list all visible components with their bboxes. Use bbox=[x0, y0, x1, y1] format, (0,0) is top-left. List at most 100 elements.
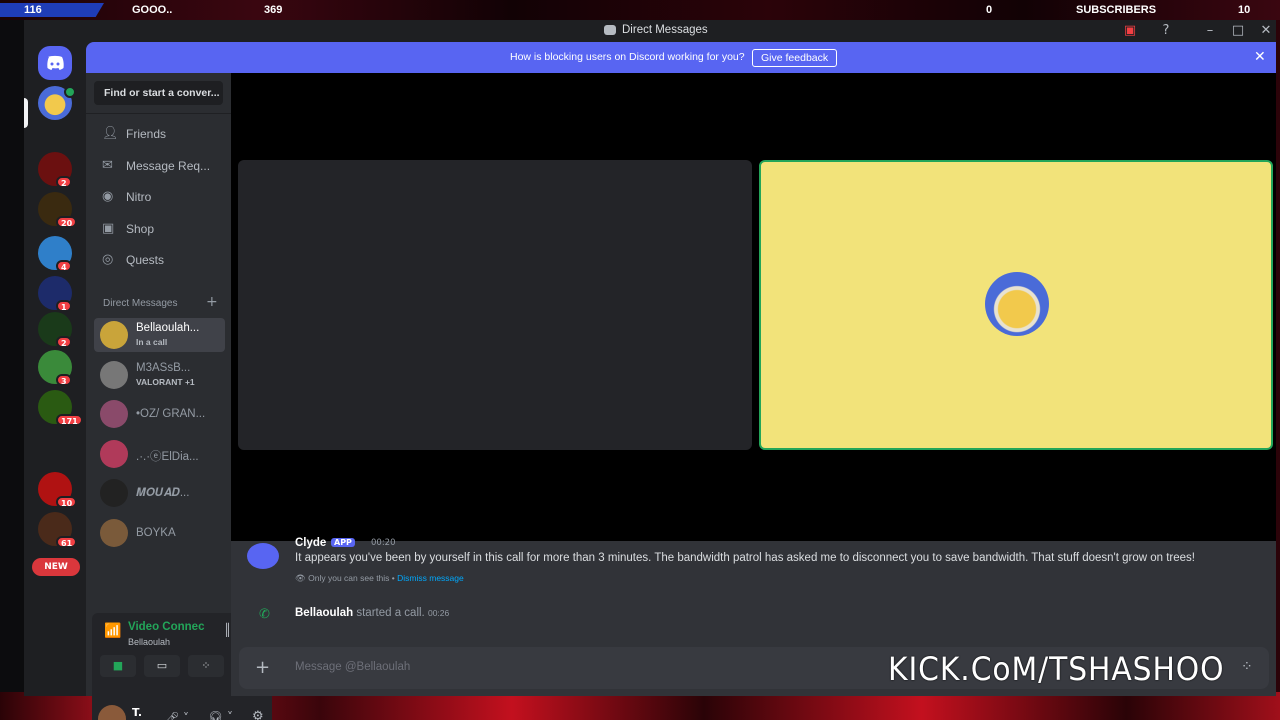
notice-text: How is blocking users on Discord working… bbox=[510, 51, 745, 63]
user-panel: T. 🎤︎ ˅ 🎧︎ ˅ ⚙ bbox=[92, 699, 272, 720]
attach-icon[interactable]: + bbox=[255, 657, 270, 678]
help-icon[interactable]: ? bbox=[1158, 23, 1174, 38]
voice-status[interactable]: Video Connec bbox=[128, 621, 204, 633]
avatar bbox=[100, 518, 128, 547]
clyde-avatar bbox=[247, 543, 279, 569]
dm-item[interactable]: .·.·ⓔElDia... bbox=[94, 437, 225, 471]
voice-channel[interactable]: Bellaoulah bbox=[128, 637, 170, 647]
video-tile-self[interactable] bbox=[238, 160, 752, 450]
nav-item[interactable]: ▣ Shop bbox=[94, 215, 223, 243]
avatar bbox=[100, 321, 128, 349]
overlay-subs-label: SUBSCRIBERS bbox=[1076, 4, 1157, 16]
nitro-icon: ◉ bbox=[102, 189, 114, 204]
status-badge bbox=[64, 86, 76, 98]
call-area: Clyde APP 00:20 It appears you've been b… bbox=[231, 73, 1276, 696]
dm-sidebar: Find or start a conver... 👤︎ Friends ✉ Mess… bbox=[86, 73, 272, 720]
give-feedback-button[interactable]: Give feedback bbox=[752, 49, 838, 67]
user-initial[interactable]: T. bbox=[132, 706, 142, 719]
discord-window: Direct Messages ▣ ? – □ ✕ 2 20 4 1 2 3 171 10 61… bbox=[24, 20, 1276, 720]
video-tile-bellaoulah[interactable] bbox=[759, 160, 1273, 450]
avatar bbox=[100, 439, 128, 468]
discord-small-icon bbox=[604, 25, 616, 35]
overlay-left-count: 116 bbox=[24, 4, 42, 16]
call-event: Bellaoulah started a call. 00:26 bbox=[295, 607, 449, 619]
quests-icon: ◎ bbox=[102, 252, 114, 267]
mic-icon[interactable]: 🎤︎ ˅ bbox=[164, 711, 189, 720]
activities-button[interactable]: ⁘ bbox=[188, 655, 224, 677]
nav-label: Message Req... bbox=[126, 158, 211, 173]
gear-icon[interactable]: ⚙ bbox=[252, 709, 264, 720]
avatar bbox=[100, 479, 128, 507]
avatar[interactable] bbox=[98, 705, 126, 720]
overlay-blue-tag bbox=[0, 3, 104, 17]
close-window-icon[interactable]: ✕ bbox=[1258, 23, 1274, 38]
window-title: Direct Messages bbox=[622, 24, 708, 36]
minimize-icon[interactable]: – bbox=[1202, 23, 1218, 38]
apps-icon[interactable]: ⁘ bbox=[1241, 659, 1253, 675]
dm-home-button[interactable] bbox=[38, 46, 72, 80]
dm-item[interactable]: Bellaoulah... In a call bbox=[94, 318, 225, 352]
nav-item[interactable]: ◎ Quests bbox=[94, 246, 223, 274]
discord-logo-icon bbox=[47, 55, 64, 70]
nav-label: Quests bbox=[126, 253, 165, 267]
only-you-text: Only you can see this • bbox=[308, 573, 395, 583]
phone-icon: ✆ bbox=[259, 607, 270, 622]
divider bbox=[86, 113, 231, 114]
participant-avatar bbox=[985, 272, 1049, 336]
call-user[interactable]: Bellaoulah bbox=[295, 607, 353, 619]
ephemeral-note: 👁︎ Only you can see this • Dismiss messa… bbox=[295, 573, 464, 584]
dm-item[interactable]: BOYKA bbox=[94, 516, 225, 550]
message-input[interactable]: Message @Bellaoulah bbox=[295, 661, 410, 673]
bot-time: 00:20 bbox=[371, 538, 396, 548]
dm-name: BOYKA bbox=[136, 526, 176, 539]
create-dm-icon[interactable]: + bbox=[206, 294, 218, 310]
nav-label: Friends bbox=[126, 127, 167, 141]
overlay-right-frame bbox=[1276, 20, 1280, 700]
mention-badge: 20 bbox=[56, 216, 78, 228]
dm-item[interactable]: 𝑴𝑶𝑼𝑨𝑫... bbox=[94, 476, 225, 510]
bot-name[interactable]: Clyde bbox=[295, 537, 326, 549]
search-input[interactable]: Find or start a conver... bbox=[94, 81, 223, 105]
app-tag: APP bbox=[331, 538, 355, 547]
headphones-icon[interactable]: 🎧︎ ˅ bbox=[208, 710, 233, 720]
nav-label: Shop bbox=[126, 221, 155, 236]
maximize-icon[interactable]: □ bbox=[1230, 23, 1246, 38]
avatar bbox=[100, 360, 128, 389]
nav-item[interactable]: ◉ Nitro bbox=[94, 183, 223, 211]
overlay-subs-count: 10 bbox=[1238, 4, 1251, 16]
avatar bbox=[100, 400, 128, 428]
mention-badge: 1 bbox=[56, 300, 72, 312]
call-text: started a call. bbox=[356, 607, 425, 619]
dismiss-link[interactable]: Dismiss message bbox=[397, 573, 464, 583]
mention-badge: 10 bbox=[56, 496, 78, 508]
video-button[interactable]: ■ bbox=[100, 655, 136, 677]
overlay-left-name: GOOO.. bbox=[132, 4, 173, 16]
dm-name: 𝑴𝑶𝑼𝑨𝑫... bbox=[136, 487, 190, 499]
mention-badge: 3 bbox=[56, 374, 72, 386]
notice-bar: How is blocking users on Discord working… bbox=[86, 42, 1276, 73]
new-button[interactable]: NEW bbox=[32, 558, 80, 576]
dm-activity: In a call bbox=[136, 337, 168, 347]
server-rail: 2 20 4 1 2 3 171 10 61 NEW bbox=[24, 42, 86, 696]
mention-badge: 171 bbox=[56, 414, 83, 426]
title-bar: Direct Messages ▣ ? – □ ✕ bbox=[24, 20, 1276, 42]
bot-message: It appears you've been by yourself in th… bbox=[295, 552, 1195, 564]
overlay-mid-count: 369 bbox=[264, 4, 283, 16]
nav-item[interactable]: 👤︎ Friends bbox=[94, 120, 223, 148]
overlay-left-frame bbox=[0, 20, 24, 700]
dm-item[interactable]: M3ASsB... VALORANT +1 bbox=[94, 358, 225, 392]
mention-badge: 61 bbox=[56, 536, 78, 548]
screen-share-button[interactable]: ▭ bbox=[144, 655, 180, 677]
shop-icon: ▣ bbox=[102, 220, 115, 236]
dm-activity: VALORANT +1 bbox=[136, 376, 195, 387]
mail-icon: ✉ bbox=[102, 157, 113, 173]
mention-badge: 2 bbox=[56, 176, 72, 188]
dm-name: M3ASsB... bbox=[136, 361, 191, 374]
close-notice-icon[interactable]: ✕ bbox=[1254, 49, 1266, 65]
signal-icon: 📶 bbox=[104, 623, 122, 639]
eye-icon: 👁︎ bbox=[295, 573, 309, 583]
dm-item[interactable]: •OZ/ GRAN... bbox=[94, 397, 225, 431]
inbox-icon[interactable]: ▣ bbox=[1122, 23, 1138, 38]
stream-overlay-top: 116 GOOO.. 369 0 SUBSCRIBERS 10 bbox=[0, 0, 1280, 20]
nav-item[interactable]: ✉ Message Req... bbox=[94, 152, 223, 180]
